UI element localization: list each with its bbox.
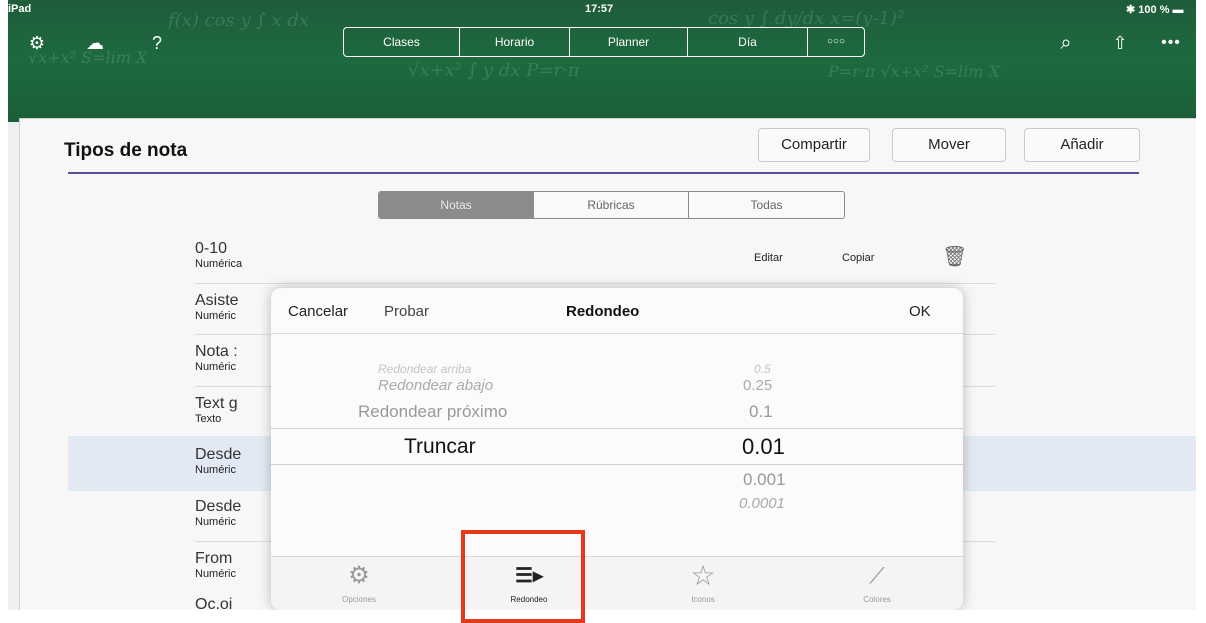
- tab-opciones[interactable]: ⚙ Opciones: [299, 561, 419, 604]
- trash-icon[interactable]: 🗑: [942, 244, 967, 269]
- main-nav-segments: Clases Horario Planner Día ○○○: [343, 27, 865, 57]
- add-button[interactable]: Añadir: [1024, 128, 1140, 162]
- picker-value[interactable]: 0.5: [754, 362, 771, 376]
- row-name: 0-10: [195, 240, 228, 257]
- picker-option[interactable]: Redondear próximo: [358, 402, 507, 422]
- picker-selection-bottom: [271, 464, 963, 465]
- tab-more[interactable]: ○○○: [808, 28, 864, 56]
- ipad-screen: √x+x² S=lim X f(x) cos y ∫ x dx √x+x² ∫ …: [8, 0, 1196, 610]
- share-icon[interactable]: ⇧: [1107, 32, 1133, 54]
- tab-clases[interactable]: Clases: [344, 28, 460, 56]
- tab-dia[interactable]: Día: [688, 28, 808, 56]
- filter-todas[interactable]: Todas: [689, 192, 844, 218]
- picker-option[interactable]: Redondear abajo: [378, 377, 493, 394]
- tab-planner[interactable]: Planner: [570, 28, 688, 56]
- battery-label: ✱ 100 % ▬: [1126, 4, 1184, 16]
- tab-colores[interactable]: ⟋ Colores: [817, 561, 937, 604]
- help-icon[interactable]: ?: [144, 32, 170, 54]
- star-icon: ☆: [690, 560, 716, 591]
- search-icon[interactable]: ⌕: [1053, 32, 1079, 54]
- move-button[interactable]: Mover: [892, 128, 1006, 162]
- filter-rubricas[interactable]: Rúbricas: [534, 192, 689, 218]
- picker-selected-value[interactable]: 0.01: [742, 434, 785, 460]
- device-label: iPad: [8, 3, 32, 15]
- picker-value[interactable]: 0.001: [743, 470, 786, 490]
- picker-value[interactable]: 0.25: [743, 377, 772, 394]
- row-type: Numérica: [195, 258, 243, 270]
- copy-link[interactable]: Copiar: [842, 252, 874, 264]
- tab-label: Colores: [863, 595, 891, 604]
- picker-option[interactable]: Redondear arriba: [378, 362, 471, 376]
- popover-title: Redondeo: [566, 303, 640, 320]
- row-divider: [195, 283, 995, 284]
- cloud-upload-icon[interactable]: ☁: [82, 32, 108, 54]
- cancel-button[interactable]: Cancelar: [288, 303, 348, 320]
- popover-header: Cancelar Probar Redondeo OK: [271, 288, 963, 334]
- picker-selected-option[interactable]: Truncar: [404, 435, 476, 459]
- picker-selection-top: [271, 428, 963, 429]
- gear-icon: ⚙: [348, 562, 370, 589]
- type-filter-segments: Notas Rúbricas Todas: [378, 191, 845, 219]
- clock: 17:57: [585, 3, 614, 15]
- top-toolbar: √x+x² S=lim X f(x) cos y ∫ x dx √x+x² ∫ …: [8, 0, 1196, 122]
- tab-label: Opciones: [342, 595, 376, 604]
- filter-notas[interactable]: Notas: [379, 192, 534, 218]
- list-item[interactable]: 0-10 Numérica: [195, 240, 995, 270]
- gear-icon[interactable]: ⚙: [24, 32, 50, 54]
- tab-horario[interactable]: Horario: [460, 28, 570, 56]
- rounding-popover: Cancelar Probar Redondeo OK Redondear ar…: [271, 288, 963, 610]
- share-button[interactable]: Compartir: [758, 128, 870, 162]
- brush-icon: ⟋: [869, 563, 885, 588]
- tab-label: Iconos: [691, 595, 715, 604]
- title-divider: [68, 172, 1139, 174]
- edit-link[interactable]: Editar: [754, 252, 783, 264]
- page-title: Tipos de nota: [64, 140, 188, 161]
- popover-tab-bar: ⚙ Opciones ☰▸ Redondeo ☆ Iconos ⟋ Colore…: [271, 556, 963, 610]
- highlight-callout: [461, 530, 585, 623]
- test-button[interactable]: Probar: [384, 303, 429, 320]
- ok-button[interactable]: OK: [909, 303, 931, 320]
- tab-iconos[interactable]: ☆ Iconos: [643, 560, 763, 605]
- picker-value[interactable]: 0.0001: [739, 495, 785, 512]
- more-icon[interactable]: •••: [1158, 32, 1184, 54]
- picker-value[interactable]: 0.1: [749, 402, 773, 422]
